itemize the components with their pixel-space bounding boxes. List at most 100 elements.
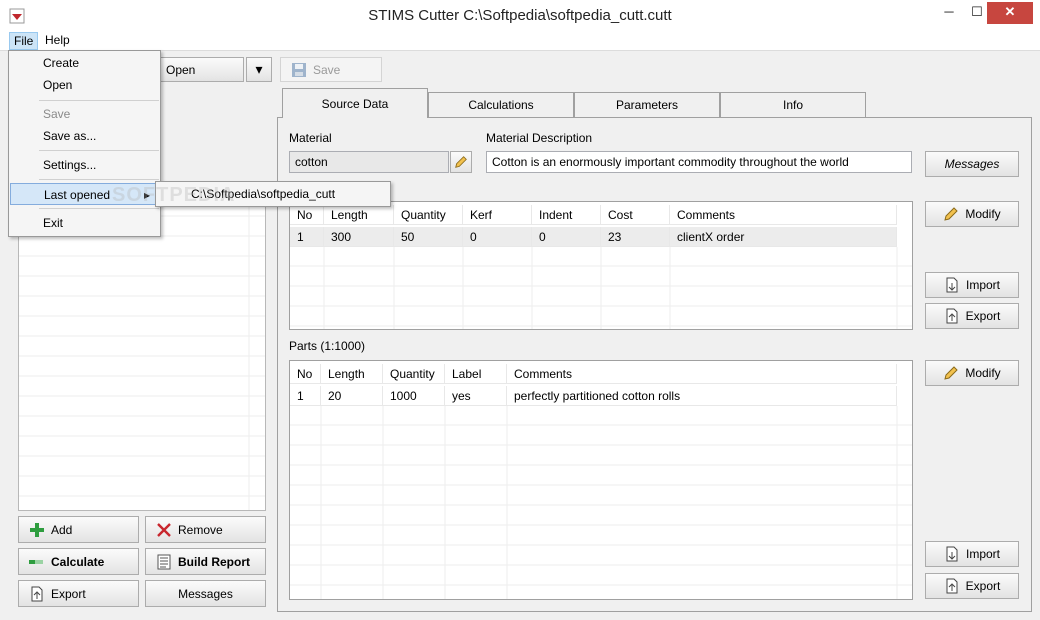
table-cell[interactable]: 0 [463,227,532,247]
table-cell[interactable]: 20 [321,386,383,406]
minimize-button[interactable]: ─ [934,2,964,24]
table-cell[interactable]: perfectly partitioned cotton rolls [507,386,897,406]
export-icon [946,578,958,594]
table-cell[interactable]: 1000 [383,386,445,406]
list-grid-lines [19,206,265,510]
left-messages-button[interactable]: Messages [145,580,266,607]
tab-source-data[interactable]: Source Data [282,88,428,118]
material-description-label: Material Description [486,131,593,145]
parts-export-label: Export [965,579,1001,593]
menu-item-save-as[interactable]: Save as... [10,125,159,147]
tab-source-data-label: Source Data [321,96,389,111]
table-cell[interactable]: 23 [601,227,670,247]
parts-grid[interactable]: No Length Quantity Label Comments 1 20 1… [289,360,913,600]
menu-separator [39,208,159,209]
stock-grid-header: No Length Quantity Kerf Indent Cost Comm… [290,205,912,225]
column-header[interactable]: Length [324,205,394,225]
x-icon [157,522,171,537]
column-header[interactable]: Length [321,364,383,384]
tab-parameters[interactable]: Parameters [574,92,720,117]
table-cell[interactable]: yes [445,386,507,406]
file-menu-dropdown: Create Open Save Save as... Settings... … [8,50,161,237]
column-header[interactable]: No [290,205,324,225]
table-cell[interactable]: clientX order [670,227,897,247]
parts-modify-label: Modify [965,366,1001,380]
tab-info-label: Info [782,98,803,112]
stock-export-button[interactable]: Export [925,303,1019,329]
column-header[interactable]: Comments [507,364,897,384]
column-header[interactable]: Label [445,364,507,384]
table-row[interactable]: 1 20 1000 yes perfectly partitioned cott… [290,386,912,406]
table-cell[interactable]: 300 [324,227,394,247]
menu-item-settings[interactable]: Settings... [10,154,159,176]
close-button[interactable]: ✕ [987,2,1033,24]
plus-icon [30,522,44,537]
pencil-icon [944,207,959,221]
import-icon [946,546,958,562]
column-header[interactable]: Quantity [383,364,445,384]
tab-calculations-label: Calculations [468,98,534,112]
column-header[interactable]: Indent [532,205,601,225]
open-button[interactable]: Open [160,57,244,82]
menu-bar: File Help [0,31,1040,51]
messages-button[interactable]: Messages [925,151,1019,177]
column-header[interactable]: Cost [601,205,670,225]
remove-label: Remove [178,522,223,537]
tab-parameters-label: Parameters [615,98,679,112]
progress-icon [29,559,43,564]
parts-export-button[interactable]: Export [925,573,1019,599]
table-cell[interactable]: 50 [394,227,463,247]
parts-import-label: Import [965,547,1000,561]
stock-grid[interactable]: No Length Quantity Kerf Indent Cost Comm… [289,201,913,330]
watermark: SOFTPEDIA [112,184,236,206]
open-label: Open [166,62,196,77]
menu-file[interactable]: File [9,32,39,50]
save-label: Save [313,62,341,77]
menu-item-open[interactable]: Open [10,74,159,96]
table-cell[interactable]: 1 [290,227,324,247]
stock-import-button[interactable]: Import [925,272,1019,298]
calculate-label: Calculate [51,554,105,569]
export-icon [946,308,958,324]
parts-import-button[interactable]: Import [925,541,1019,567]
table-cell[interactable]: 0 [532,227,601,247]
menu-separator [39,100,159,101]
pencil-icon [455,156,467,168]
table-row[interactable]: 1 300 50 0 0 23 clientX order [290,227,912,247]
stock-import-label: Import [965,278,1000,292]
add-button[interactable]: Add [18,516,139,543]
stock-export-label: Export [965,309,1001,323]
stock-modify-label: Modify [965,207,1001,221]
tab-calculations[interactable]: Calculations [428,92,574,117]
material-description-field[interactable]: Cotton is an enormously important commod… [486,151,912,173]
table-cell[interactable]: 1 [290,386,321,406]
left-export-button[interactable]: Export [18,580,139,607]
menu-help[interactable]: Help [41,32,74,50]
build-report-label: Build Report [178,554,250,569]
save-button[interactable]: Save [280,57,382,82]
stock-grid-empty-lines [290,247,912,329]
calculate-button[interactable]: Calculate [18,548,139,575]
title-bar: STIMS Cutter C:\Softpedia\softpedia_cutt… [0,0,1040,31]
parts-modify-button[interactable]: Modify [925,360,1019,386]
parts-grid-empty-lines [290,406,912,599]
column-header[interactable]: No [290,364,321,384]
project-list[interactable] [18,205,266,511]
edit-material-button[interactable] [450,151,472,173]
tab-info[interactable]: Info [720,92,866,117]
menu-item-save[interactable]: Save [10,103,159,125]
column-header[interactable]: Kerf [463,205,532,225]
build-report-button[interactable]: Build Report [145,548,266,575]
add-label: Add [51,522,73,537]
last-opened-label: Last opened [44,188,111,202]
open-dropdown-button[interactable]: ▾ [246,57,272,82]
menu-item-exit[interactable]: Exit [10,212,159,234]
left-messages-label: Messages [178,586,233,601]
stock-modify-button[interactable]: Modify [925,201,1019,227]
material-field[interactable]: cotton [289,151,449,173]
menu-item-create[interactable]: Create [10,52,159,74]
column-header[interactable]: Comments [670,205,897,225]
export-icon [31,586,43,601]
remove-button[interactable]: Remove [145,516,266,543]
column-header[interactable]: Quantity [394,205,463,225]
